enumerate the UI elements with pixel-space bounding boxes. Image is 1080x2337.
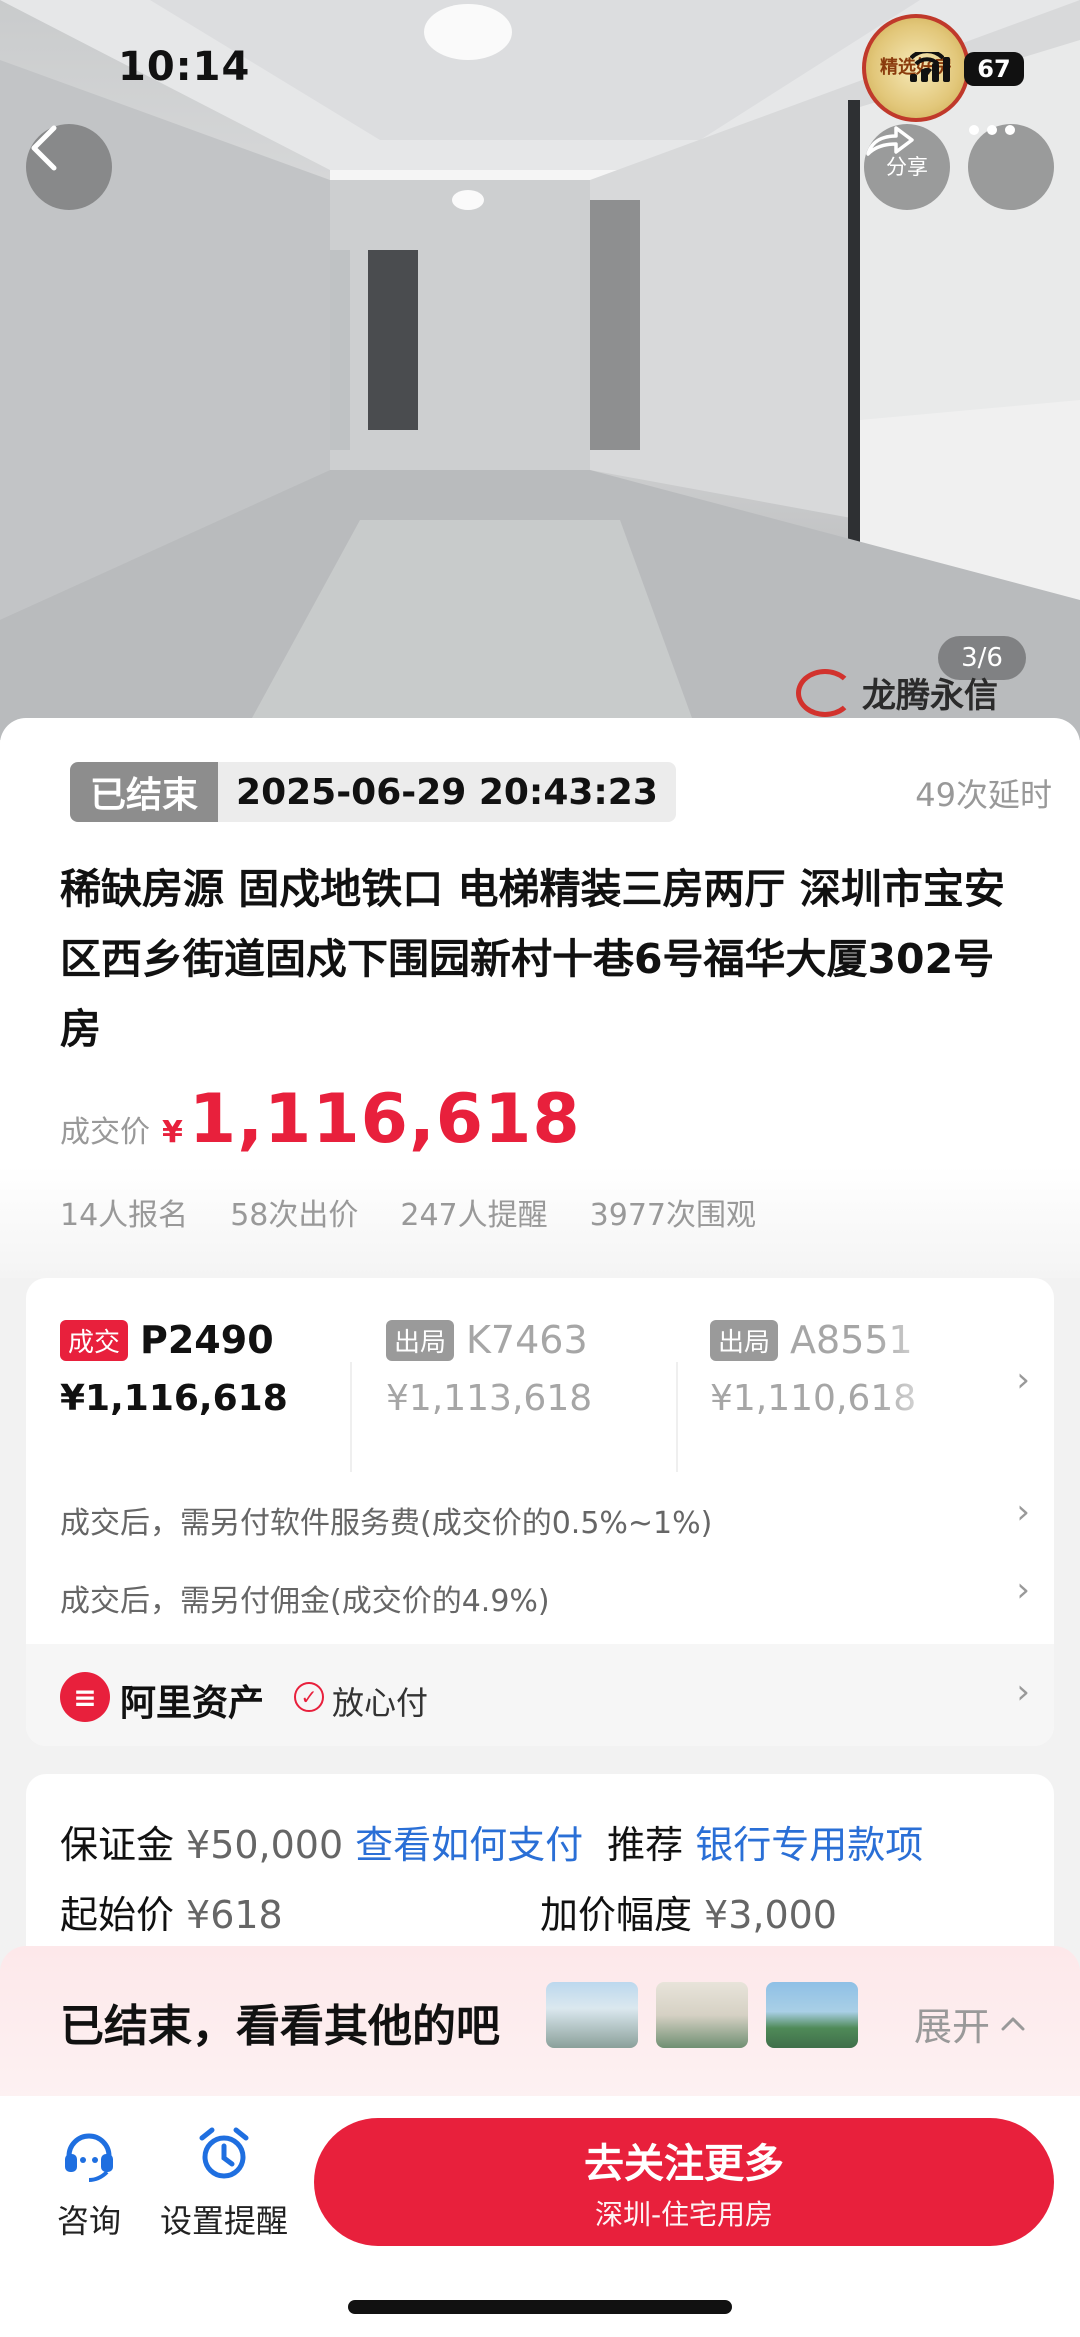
chevron-right-icon: › xyxy=(1016,1360,1030,1400)
stat-views: 3977次围观 xyxy=(589,1198,756,1233)
ended-banner-text: 已结束，看看其他的吧 xyxy=(60,2001,500,2052)
commission-text: 成交后，需另付佣金(成交价的4.9%) xyxy=(60,1584,550,1619)
deposit-card: 保证金 ¥50,000 查看如何支付 推荐 银行专用款项 起始价 ¥618 加价… xyxy=(26,1774,1054,1974)
auction-stats: 14人报名 58次出价 247人提醒 3977次围观 xyxy=(60,1190,756,1234)
stat-signups: 14人报名 xyxy=(60,1198,189,1233)
start-price-value: ¥618 xyxy=(186,1893,283,1937)
divider xyxy=(350,1362,352,1472)
watermark: 龙腾永信 xyxy=(796,668,998,717)
increment-value: ¥3,000 xyxy=(704,1893,837,1937)
divider xyxy=(676,1362,678,1472)
service-fee-row[interactable]: 成交后，需另付软件服务费(成交价的0.5%~1%) › xyxy=(60,1492,1030,1542)
share-icon xyxy=(866,126,914,156)
bid-records-card: 成交 P2490 ¥1,116,618 出局 K7463 ¥1,113,618 … xyxy=(26,1278,1054,1746)
out-tag: 出局 xyxy=(710,1319,779,1361)
ended-banner: 已结束，看看其他的吧 展开 xyxy=(0,1946,1080,2096)
auction-status-row: 已结束 2025-06-29 20:43:23 xyxy=(70,762,676,822)
ali-assets-logo-icon: ≡ xyxy=(60,1672,110,1722)
status-icons: 67 xyxy=(910,52,1024,86)
bid-record: 出局 K7463 ¥1,113,618 xyxy=(386,1318,686,1419)
battery-icon: 67 xyxy=(964,52,1024,86)
service-fee-text: 成交后，需另付软件服务费(成交价的0.5%~1%) xyxy=(60,1506,713,1541)
deposit-label: 保证金 xyxy=(60,1823,175,1867)
fade-overlay xyxy=(876,1318,956,1438)
share-button[interactable]: 分享 xyxy=(864,124,950,210)
commission-row[interactable]: 成交后，需另付佣金(成交价的4.9%) › xyxy=(60,1570,1030,1620)
price-label: 成交价 xyxy=(60,1115,150,1150)
chevron-left-icon xyxy=(31,125,57,171)
expand-button[interactable]: 展开 xyxy=(914,1996,1026,2051)
price-currency: ¥ xyxy=(162,1115,183,1150)
ali-assets-name: 阿里资产 xyxy=(120,1683,265,1724)
stat-bids: 58次出价 xyxy=(230,1198,359,1233)
increment-label: 加价幅度 xyxy=(540,1893,693,1937)
delay-count: 49次延时 xyxy=(915,776,1052,814)
chevron-right-icon: › xyxy=(1016,1492,1030,1532)
back-button[interactable] xyxy=(26,124,112,210)
more-dots-icon xyxy=(969,125,1015,135)
start-price-row: 起始价 ¥618 xyxy=(60,1884,283,1939)
headset-icon xyxy=(57,2122,121,2186)
hero-photo[interactable]: 10:14 精选好房 67 分享 3/6 龙腾永信 xyxy=(0,0,1080,740)
consult-button[interactable]: 咨询 xyxy=(42,2122,136,2242)
home-indicator[interactable] xyxy=(348,2300,732,2314)
recommend-label: 推荐 xyxy=(607,1823,684,1867)
deal-price: 成交价 ¥ 1,116,618 xyxy=(60,1080,581,1159)
check-circle-icon: ✓ xyxy=(294,1682,324,1712)
stat-reminders: 247人提醒 xyxy=(400,1198,548,1233)
bid-record: 成交 P2490 ¥1,116,618 xyxy=(60,1318,360,1419)
consult-label: 咨询 xyxy=(56,2202,121,2240)
price-value: 1,116,618 xyxy=(188,1080,581,1159)
bank-account-link[interactable]: 银行专用款项 xyxy=(695,1814,923,1869)
watermark-text: 龙腾永信 xyxy=(862,676,998,716)
recommendation-thumbnail[interactable] xyxy=(546,1982,638,2048)
status-time: 10:14 xyxy=(118,44,251,90)
bid-amount: ¥1,113,618 xyxy=(386,1378,593,1419)
how-to-pay-link[interactable]: 查看如何支付 xyxy=(355,1814,583,1869)
bidder-code: P2490 xyxy=(140,1318,274,1362)
bidder-code: K7463 xyxy=(466,1318,588,1362)
cta-main-label: 去关注更多 xyxy=(584,2141,784,2187)
bid-amount: ¥1,116,618 xyxy=(60,1378,288,1419)
listing-title: 稀缺房源 固戍地铁口 电梯精装三房两厅 深圳市宝安区西乡街道固戍下围园新村十巷6… xyxy=(60,865,1005,1053)
out-tag: 出局 xyxy=(386,1319,455,1361)
deal-tag: 成交 xyxy=(60,1319,129,1361)
more-button[interactable] xyxy=(968,124,1054,210)
ali-assets-bar[interactable]: ≡ 阿里资产 ✓ 放心付 › xyxy=(26,1644,1054,1746)
recommendation-thumbnail[interactable] xyxy=(656,1982,748,2048)
start-price-label: 起始价 xyxy=(60,1893,175,1937)
chevron-up-icon xyxy=(1001,2017,1025,2030)
secure-pay-label: 放心付 xyxy=(332,1684,429,1722)
chevron-right-icon: › xyxy=(1016,1570,1030,1610)
follow-more-button[interactable]: 去关注更多 深圳-住宅用房 xyxy=(314,2118,1054,2246)
set-reminder-button[interactable]: 设置提醒 xyxy=(156,2122,292,2242)
alarm-clock-icon xyxy=(192,2122,256,2186)
deposit-row: 保证金 ¥50,000 查看如何支付 推荐 银行专用款项 xyxy=(60,1814,923,1869)
watermark-logo-icon xyxy=(796,668,854,717)
chevron-right-icon: › xyxy=(1016,1672,1030,1712)
bid-records[interactable]: 成交 P2490 ¥1,116,618 出局 K7463 ¥1,113,618 … xyxy=(26,1318,1054,1472)
reminder-label: 设置提醒 xyxy=(159,2202,288,2240)
status-badge: 已结束 xyxy=(70,762,219,822)
expand-label: 展开 xyxy=(913,2005,990,2049)
recommendation-thumbnail[interactable] xyxy=(766,1982,858,2048)
increment-row: 加价幅度 ¥3,000 xyxy=(540,1884,837,1939)
deposit-value: ¥50,000 xyxy=(186,1823,344,1867)
end-time: 2025-06-29 20:43:23 xyxy=(218,762,676,822)
auction-info-card: 已结束 2025-06-29 20:43:23 49次延时 稀缺房源 固戍地铁口… xyxy=(0,718,1080,1278)
wifi-icon xyxy=(910,52,944,76)
cta-sub-label: 深圳-住宅用房 xyxy=(594,2198,774,2231)
